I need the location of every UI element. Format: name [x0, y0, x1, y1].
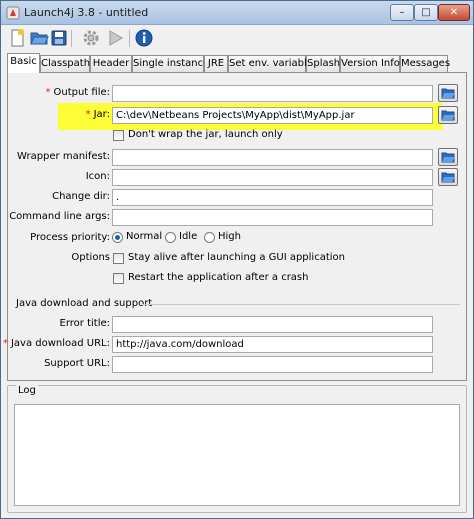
support-url-field[interactable] [112, 356, 433, 373]
java-download-url-label: * Java download URL: [2, 338, 110, 349]
folder-icon [441, 110, 455, 121]
tab-set-env-variables[interactable]: Set env. variables [228, 55, 318, 72]
toolbar [1, 25, 473, 51]
log-textarea[interactable] [14, 404, 460, 506]
priority-high-radio[interactable] [204, 232, 215, 243]
jar-browse-button[interactable] [438, 106, 458, 124]
folder-icon [441, 152, 455, 163]
java-download-url-field[interactable]: http://java.com/download [112, 336, 433, 353]
new-icon[interactable] [7, 28, 27, 48]
error-title-field[interactable] [112, 316, 433, 333]
command-line-args-field[interactable] [112, 209, 433, 226]
wrapper-manifest-field[interactable] [112, 149, 433, 166]
tab-basic[interactable]: Basic [7, 53, 40, 73]
folder-icon [441, 172, 455, 183]
run-icon[interactable] [105, 28, 125, 48]
output-file-browse-button[interactable] [438, 84, 458, 102]
priority-idle-radio[interactable] [165, 232, 176, 243]
command-line-args-label: Command line args: [9, 211, 110, 222]
log-group: Log [7, 385, 467, 513]
priority-normal-radio[interactable] [112, 232, 123, 243]
error-title-label: Error title: [59, 318, 110, 329]
build-gear-icon[interactable] [81, 28, 101, 48]
jar-label: * Jar: [85, 109, 110, 120]
stay-alive-checkbox[interactable] [113, 253, 124, 264]
tab-messages[interactable]: Messages [400, 55, 450, 72]
wrapper-manifest-label: Wrapper manifest: [17, 151, 110, 162]
folder-icon [441, 88, 455, 99]
launch4j-app-icon [6, 6, 20, 20]
minimize-button[interactable]: – [390, 4, 414, 21]
tab-splash[interactable]: Splash [306, 55, 340, 72]
process-priority-label: Process priority: [30, 232, 110, 243]
dont-wrap-checkbox[interactable] [113, 130, 124, 141]
icon-label: Icon: [85, 171, 110, 182]
info-icon[interactable] [134, 28, 154, 48]
restart-checkbox[interactable] [113, 273, 124, 284]
change-dir-field[interactable]: . [112, 189, 433, 206]
change-dir-label: Change dir: [52, 191, 110, 202]
title-bar[interactable]: Launch4j 3.8 - untitled – □ ✕ [1, 1, 473, 25]
output-file-label: * Output file: [45, 87, 110, 98]
priority-high-label: High [218, 231, 241, 242]
tab-version-info[interactable]: Version Info [340, 55, 400, 72]
launch4j-window: Launch4j 3.8 - untitled – □ ✕ Basic Clas… [0, 0, 474, 519]
priority-idle-label: Idle [179, 231, 198, 242]
priority-normal-label: Normal [126, 231, 163, 242]
maximize-button[interactable]: □ [414, 4, 438, 21]
save-icon[interactable] [49, 28, 69, 48]
open-icon[interactable] [29, 28, 49, 48]
tab-single-instance[interactable]: Single instance [132, 55, 209, 72]
tab-classpath[interactable]: Classpath [40, 55, 90, 72]
log-title: Log [16, 385, 38, 396]
dont-wrap-label: Don't wrap the jar, launch only [128, 129, 283, 140]
output-file-field[interactable] [112, 85, 433, 102]
tab-jre[interactable]: JRE [204, 55, 228, 72]
jar-field[interactable]: C:\dev\Netbeans Projects\MyApp\dist\MyAp… [112, 107, 433, 124]
icon-browse-button[interactable] [438, 168, 458, 186]
window-title: Launch4j 3.8 - untitled [24, 6, 149, 19]
toolbar-separator [71, 30, 72, 47]
options-label: Options [71, 252, 110, 263]
wrapper-manifest-browse-button[interactable] [438, 148, 458, 166]
tab-strip: Basic Classpath Header Single instance J… [7, 53, 467, 73]
icon-field[interactable] [112, 169, 433, 186]
stay-alive-label: Stay alive after launching a GUI applica… [128, 252, 345, 263]
toolbar-separator [129, 30, 130, 47]
java-download-group-title: Java download and support [16, 298, 153, 309]
tab-header[interactable]: Header [90, 55, 132, 72]
close-button[interactable]: ✕ [438, 4, 470, 21]
support-url-label: Support URL: [44, 358, 110, 369]
group-divider [142, 304, 460, 305]
basic-panel: * Output file: * Jar: C:\dev\Netbeans Proj… [3, 72, 467, 381]
restart-label: Restart the application after a crash [128, 272, 309, 283]
